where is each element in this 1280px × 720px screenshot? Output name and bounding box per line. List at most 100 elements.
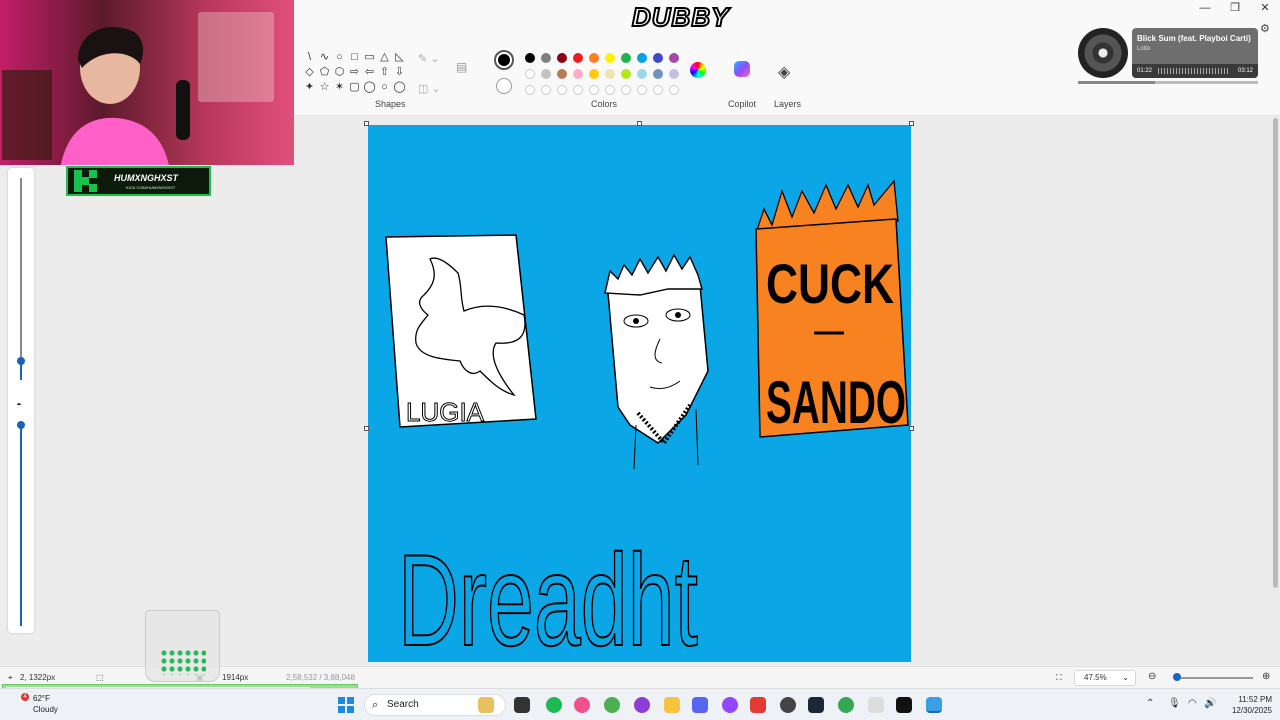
- resize-handle-right[interactable]: [909, 426, 914, 431]
- down-arrow-shape-icon[interactable]: ⇩: [392, 65, 407, 80]
- up-arrow-shape-icon[interactable]: ⇧: [377, 65, 392, 80]
- discord-icon[interactable]: [692, 697, 708, 713]
- volume-icon[interactable]: 🔊: [1204, 698, 1216, 709]
- shape-options-icon[interactable]: ▤: [456, 60, 467, 74]
- fit-to-window-icon[interactable]: ⛶: [1056, 673, 1062, 683]
- zoom-dropdown[interactable]: 47.5% ⌄: [1074, 670, 1136, 686]
- twitch-icon[interactable]: [722, 697, 738, 713]
- cloud-callout-shape-icon[interactable]: ○: [377, 80, 392, 95]
- palette-swatch[interactable]: [605, 69, 615, 79]
- curve-shape-icon[interactable]: ∿: [317, 50, 332, 65]
- palette-swatch[interactable]: [637, 85, 647, 95]
- fill-icon[interactable]: ◫ ⌄: [418, 82, 441, 112]
- palette-swatch[interactable]: [589, 85, 599, 95]
- palette-swatch[interactable]: [557, 53, 567, 63]
- palette-swatch[interactable]: [669, 69, 679, 79]
- palette-swatch[interactable]: [653, 53, 663, 63]
- steam-icon[interactable]: [808, 697, 824, 713]
- obs-icon[interactable]: [780, 697, 796, 713]
- five-point-star-shape-icon[interactable]: ☆: [317, 80, 332, 95]
- palette-swatch[interactable]: [525, 69, 535, 79]
- palette-swatch[interactable]: [525, 53, 535, 63]
- zoom-in-icon[interactable]: ⊕: [1262, 671, 1270, 682]
- resize-handle-top[interactable]: [637, 121, 642, 126]
- resize-handle-tl[interactable]: [364, 121, 369, 126]
- zoom-slider[interactable]: [1176, 677, 1253, 679]
- palette-swatch[interactable]: [637, 53, 647, 63]
- size-slider-knob[interactable]: [17, 357, 25, 365]
- hexagon-shape-icon[interactable]: ⬡: [332, 65, 347, 80]
- podcast-app-icon[interactable]: [634, 697, 650, 713]
- wifi-icon[interactable]: ◠: [1188, 698, 1197, 709]
- layers-icon[interactable]: ◈: [778, 62, 790, 82]
- heart-shape-icon[interactable]: ◯: [392, 80, 407, 95]
- task-view-icon[interactable]: [514, 697, 530, 713]
- taskbar-clock[interactable]: 11:52 PM 12/30/2025: [1222, 694, 1272, 716]
- palette-swatch[interactable]: [653, 69, 663, 79]
- palette-swatch[interactable]: [621, 53, 631, 63]
- palette-swatch[interactable]: [605, 53, 615, 63]
- palette-swatch[interactable]: [621, 69, 631, 79]
- palette-swatch[interactable]: [589, 53, 599, 63]
- widgets-app-icon[interactable]: [478, 697, 494, 713]
- oval-shape-icon[interactable]: ○: [332, 50, 347, 65]
- right-arrow-shape-icon[interactable]: ⇨: [347, 65, 362, 80]
- palette-swatch[interactable]: [669, 85, 679, 95]
- spotify-icon[interactable]: [546, 697, 562, 713]
- palette-swatch[interactable]: [637, 69, 647, 79]
- zoom-out-icon[interactable]: ⊖: [1148, 671, 1156, 682]
- opacity-slider-knob[interactable]: [17, 421, 25, 429]
- triangle-shape-icon[interactable]: △: [377, 50, 392, 65]
- size-slider-track[interactable]: [20, 178, 22, 378]
- chrome-profile-icon[interactable]: [838, 697, 854, 713]
- pentagon-shape-icon[interactable]: ⬠: [317, 65, 332, 80]
- resize-handle-tr[interactable]: [909, 121, 914, 126]
- rounded-rectangle-shape-icon[interactable]: ▭: [362, 50, 377, 65]
- line-shape-icon[interactable]: \: [302, 50, 317, 65]
- palette-swatch[interactable]: [621, 85, 631, 95]
- left-arrow-shape-icon[interactable]: ⇦: [362, 65, 377, 80]
- rectangle-shape-icon[interactable]: □: [347, 50, 362, 65]
- tray-overflow-icon[interactable]: ⌃: [1146, 698, 1154, 709]
- opacity-slider-track[interactable]: [20, 426, 22, 626]
- minimize-button[interactable]: —: [1190, 0, 1220, 16]
- palette-swatch[interactable]: [573, 53, 583, 63]
- six-point-star-shape-icon[interactable]: ✶: [332, 80, 347, 95]
- paint-app-icon[interactable]: [926, 697, 942, 713]
- four-point-star-shape-icon[interactable]: ✦: [302, 80, 317, 95]
- weather-widget[interactable]: 62°F Cloudy: [33, 693, 58, 715]
- drawing-canvas[interactable]: LUGIA CUCK — SANDO Dreadht: [368, 125, 911, 662]
- file-explorer-icon[interactable]: [664, 697, 680, 713]
- palette-swatch[interactable]: [589, 69, 599, 79]
- copilot-icon[interactable]: [734, 61, 750, 77]
- callout-oval-shape-icon[interactable]: ◯: [362, 80, 377, 95]
- palette-swatch[interactable]: [669, 53, 679, 63]
- palette-swatch[interactable]: [557, 85, 567, 95]
- microphone-icon[interactable]: 🎙: [1168, 698, 1181, 709]
- palette-swatch[interactable]: [541, 85, 551, 95]
- palette-swatch[interactable]: [557, 69, 567, 79]
- music-app-icon[interactable]: [574, 697, 590, 713]
- recording-app-icon[interactable]: [750, 697, 766, 713]
- palette-swatch[interactable]: [525, 85, 535, 95]
- palette-swatch[interactable]: [653, 85, 663, 95]
- right-triangle-shape-icon[interactable]: ◺: [392, 50, 407, 65]
- palette-swatch[interactable]: [541, 53, 551, 63]
- palette-swatch[interactable]: [573, 85, 583, 95]
- callout-rect-shape-icon[interactable]: ▢: [347, 80, 362, 95]
- palette-swatch[interactable]: [541, 69, 551, 79]
- primary-color-swatch[interactable]: [494, 50, 514, 70]
- restore-button[interactable]: ❐: [1220, 0, 1250, 16]
- edit-colors-icon[interactable]: [690, 62, 706, 78]
- outline-icon[interactable]: ✎ ⌄: [418, 52, 441, 82]
- start-button-icon[interactable]: [338, 697, 354, 713]
- secondary-color-swatch[interactable]: [496, 78, 512, 94]
- kick-app-icon[interactable]: [896, 697, 912, 713]
- chrome-icon[interactable]: [604, 697, 620, 713]
- resize-handle-left[interactable]: [364, 426, 369, 431]
- vertical-scrollbar[interactable]: [1273, 118, 1278, 588]
- palette-swatch[interactable]: [605, 85, 615, 95]
- zoom-slider-knob[interactable]: [1173, 673, 1181, 681]
- diamond-shape-icon[interactable]: ◇: [302, 65, 317, 80]
- settings-gear-icon[interactable]: ⚙: [1260, 22, 1270, 35]
